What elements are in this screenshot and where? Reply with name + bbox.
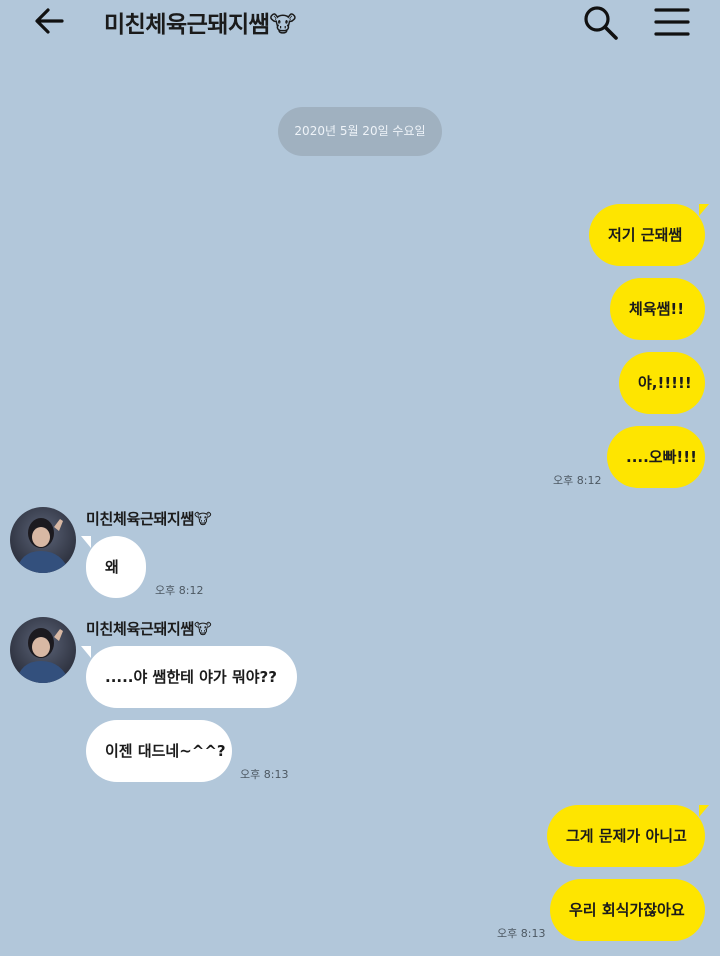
search-icon <box>584 6 618 40</box>
chat-header: 미친체육근돼지쌤🐮 <box>0 0 720 44</box>
bubble-tail <box>699 805 709 817</box>
their-message-bubble[interactable]: 왜 <box>81 536 146 598</box>
message-text: 왜 <box>105 558 119 576</box>
sender-name: 미친체육근돼지쌤🐮 <box>86 620 212 638</box>
hamburger-menu-icon <box>654 8 690 36</box>
date-divider: 2020년 5월 20일 수요일 <box>278 107 442 156</box>
back-button[interactable] <box>30 3 70 39</box>
message-text: 야,!!!!! <box>638 374 692 392</box>
sender-name: 미친체육근돼지쌤🐮 <box>86 510 212 528</box>
profile-photo <box>10 617 76 683</box>
my-message-bubble[interactable]: 그게 문제가 아니고 <box>547 805 709 867</box>
my-message-bubble[interactable]: 체육쌤!! <box>610 278 705 340</box>
their-message-bubble[interactable]: 이젠 대드네~^^? <box>86 720 232 782</box>
my-message-bubble[interactable]: 우리 회식가잖아요 <box>550 879 705 941</box>
back-arrow-icon <box>35 8 64 34</box>
avatar[interactable] <box>10 617 76 683</box>
message-text: 이젠 대드네~^^? <box>105 742 226 760</box>
message-text: 우리 회식가잖아요 <box>569 901 685 919</box>
avatar[interactable] <box>10 507 76 573</box>
bubble-tail <box>699 204 709 216</box>
message-text: .....야 쌤한테 야가 뭐야?? <box>105 668 277 686</box>
my-message-bubble[interactable]: 저기 근돼쌤 <box>589 204 709 266</box>
message-timestamp: 오후 8:12 <box>553 474 602 487</box>
message-text: 체육쌤!! <box>629 300 685 318</box>
bubble-tail <box>81 536 91 548</box>
message-text: 저기 근돼쌤 <box>608 226 683 244</box>
message-timestamp: 오후 8:13 <box>497 927 546 940</box>
my-message-bubble[interactable]: ....오빠!!! <box>607 426 705 488</box>
chat-title: 미친체육근돼지쌤🐮 <box>104 12 297 38</box>
profile-photo <box>10 507 76 573</box>
message-text: 그게 문제가 아니고 <box>566 827 687 845</box>
menu-button[interactable] <box>652 2 692 42</box>
their-message-bubble[interactable]: .....야 쌤한테 야가 뭐야?? <box>81 646 297 708</box>
my-message-bubble[interactable]: 야,!!!!! <box>619 352 705 414</box>
message-timestamp: 오후 8:13 <box>240 768 289 781</box>
message-timestamp: 오후 8:12 <box>155 584 204 597</box>
message-text: ....오빠!!! <box>626 448 697 466</box>
bubble-tail <box>81 646 91 658</box>
search-button[interactable] <box>580 2 620 42</box>
